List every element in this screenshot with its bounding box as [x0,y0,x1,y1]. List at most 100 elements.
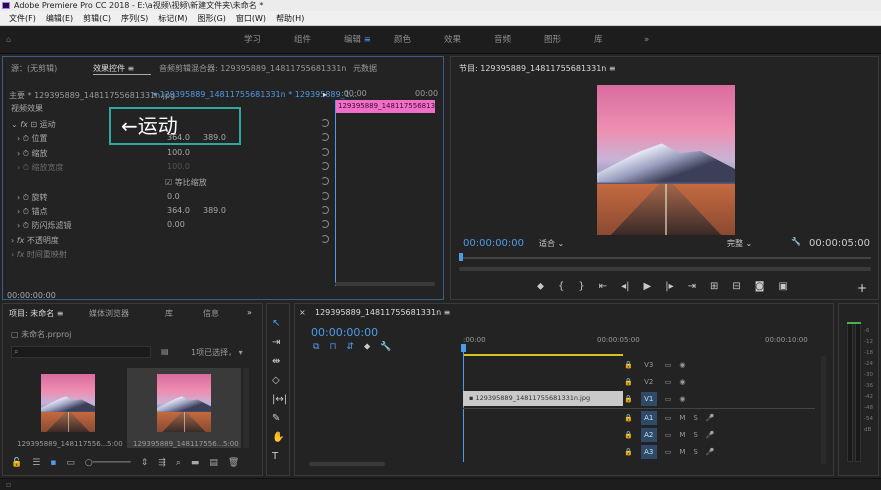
timeline-tab[interactable]: 129395889_14811755681331n ≡ [315,308,450,317]
menu-window[interactable]: 窗口(W) [231,11,271,25]
step-back-icon[interactable]: ◂| [621,281,629,292]
new-item-icon[interactable]: ▤ [209,458,218,468]
lock-track-icon[interactable]: 🔒 [624,378,633,386]
workspace-graphics[interactable]: 图形 [544,27,594,54]
workspace-effects[interactable]: 效果 [444,27,494,54]
solo-icon[interactable]: S [693,431,697,439]
solo-icon[interactable]: S [693,448,697,456]
tab-audio-mixer[interactable]: 音频剪辑混合器: 129395889_14811755681331n [159,63,346,74]
mute-icon[interactable]: M [679,414,685,422]
track-label[interactable]: A1 [640,410,657,425]
trash-icon[interactable]: 🗑 [228,458,239,468]
prop-anchor[interactable]: › ⏱ 锚点 [17,206,48,217]
extract-icon[interactable]: ⊟ [732,281,740,292]
snap-icon[interactable]: ⊓ [329,342,336,352]
quality-dropdown[interactable]: 完整 ⌄ [727,238,752,249]
workspace-assembly[interactable]: 组件 [294,27,344,54]
timeline-timecode[interactable]: 00:00:00:00 [311,326,378,339]
list-view-icon[interactable]: ☰ [32,458,40,468]
mark-out-icon[interactable]: } [578,281,584,292]
reset-uniform-icon[interactable] [321,177,329,185]
icon-view-icon[interactable]: ▪ [50,458,56,468]
effect-opacity[interactable]: › fx 不透明度 [11,235,59,246]
program-scrubber[interactable] [459,257,871,259]
new-bin-icon[interactable]: ▤ [161,347,169,356]
rotation-value[interactable]: 0.0 [167,192,180,201]
menu-clip[interactable]: 剪辑(C) [78,11,116,25]
linked-select-icon[interactable]: ⇵ [346,342,354,352]
mute-icon[interactable]: M [679,448,685,456]
effect-motion[interactable]: ⌄ fx ⊡ 运动 [11,119,56,130]
tab-effect-controls[interactable]: 效果控件 ≡ [93,63,134,74]
razor-tool-icon[interactable]: ◇ [272,375,287,386]
workspace-more-icon[interactable]: » [644,27,694,54]
compare-icon[interactable]: ▣ [779,281,788,292]
wrench-icon[interactable]: 🔧 [791,237,801,246]
workspace-libraries[interactable]: 库 [594,27,644,54]
anti-flicker-value[interactable]: 0.00 [167,220,185,229]
timeline-clip[interactable]: ▪ 129395889_14811755681331n.jpg [463,391,623,406]
tab-project[interactable]: 项目: 未命名 ≡ [9,308,64,319]
tab-source[interactable]: 源：(无剪辑) [11,63,57,74]
add-button-icon[interactable]: + [857,281,867,295]
track-label[interactable]: V1 [640,391,657,406]
hand-tool-icon[interactable]: ✋ [272,432,287,443]
workspace-color[interactable]: 颜色 [394,27,444,54]
track-select-tool-icon[interactable]: ⇥ [272,337,287,348]
program-playhead[interactable] [459,253,463,261]
scale-value[interactable]: 100.0 [167,148,190,157]
lock-track-icon[interactable]: 🔒 [624,414,633,422]
menu-graphics[interactable]: 图形(G) [192,11,230,25]
find-icon[interactable]: ⌕ [176,458,181,468]
menu-file[interactable]: 文件(F) [4,11,41,25]
workspace-audio[interactable]: 音频 [494,27,544,54]
project-item-selected[interactable]: 129395889_148117556... 5:00 [127,368,241,448]
menu-sequence[interactable]: 序列(S) [116,11,153,25]
lock-track-icon[interactable]: 🔒 [624,361,633,369]
workspace-editing[interactable]: 编辑 ≡ [344,27,394,54]
program-timecode[interactable]: 00:00:00:00 [463,238,524,249]
sync-icon[interactable]: ▭ [665,431,672,439]
eye-icon[interactable]: ◉ [679,361,685,369]
sync-icon[interactable]: ▭ [665,395,672,403]
anchor-x[interactable]: 364.0 [167,206,190,215]
track-label[interactable]: A2 [640,427,657,442]
project-search-input[interactable]: ⌕ [11,346,151,358]
reset-anchor-icon[interactable] [321,206,329,214]
timeline-close-icon[interactable]: × [299,308,306,317]
mark-in-icon[interactable]: { [558,281,564,292]
timeline-playhead-head[interactable] [461,344,466,352]
workspace-learn[interactable]: 学习 [244,27,294,54]
reset-motion-icon[interactable] [321,119,329,127]
lock-track-icon[interactable]: 🔒 [624,431,633,439]
reset-position-icon[interactable] [321,133,329,141]
ec-zoom-bar[interactable] [335,282,435,286]
tab-libraries[interactable]: 库 [165,308,173,319]
program-tab[interactable]: 节目: 129395889_14811755681331n ≡ [459,63,616,74]
step-forward-icon[interactable]: |▸ [665,281,673,292]
selection-tool-icon[interactable]: ↖ [272,318,287,329]
timeline-marker-icon[interactable]: ⬥ [364,342,370,352]
sort-icon[interactable]: ⇕ [141,458,149,468]
prop-scale[interactable]: › ⏱ 缩放 [17,148,48,159]
sync-icon[interactable]: ▭ [665,414,672,422]
pen-tool-icon[interactable]: ✎ [272,413,287,424]
zoom-slider[interactable]: ○─────── [85,458,131,468]
program-zoom-bar[interactable] [459,267,871,271]
timeline-vscroll[interactable] [821,356,826,464]
menu-marker[interactable]: 标记(M) [153,11,192,25]
reset-scale-width-icon[interactable] [321,162,329,170]
freeform-view-icon[interactable]: ▭ [66,458,75,468]
fit-dropdown[interactable]: 适合 ⌄ [539,238,564,249]
more-panels-icon[interactable]: » [247,308,252,317]
play-icon[interactable]: ▶ [644,281,652,292]
sync-icon[interactable]: ▭ [665,448,672,456]
mute-icon[interactable]: M [679,431,685,439]
tab-media-browser[interactable]: 媒体浏览器 [89,308,129,319]
timeline-zoom-bar[interactable] [309,462,385,466]
go-to-in-icon[interactable]: ⇤ [599,281,607,292]
prop-anti-flicker[interactable]: › ⏱ 防闪烁滤镜 [17,220,72,231]
ripple-edit-tool-icon[interactable]: ⇹ [272,356,287,367]
type-tool-icon[interactable]: T [272,451,287,462]
nest-icon[interactable]: ⧉ [313,342,319,352]
